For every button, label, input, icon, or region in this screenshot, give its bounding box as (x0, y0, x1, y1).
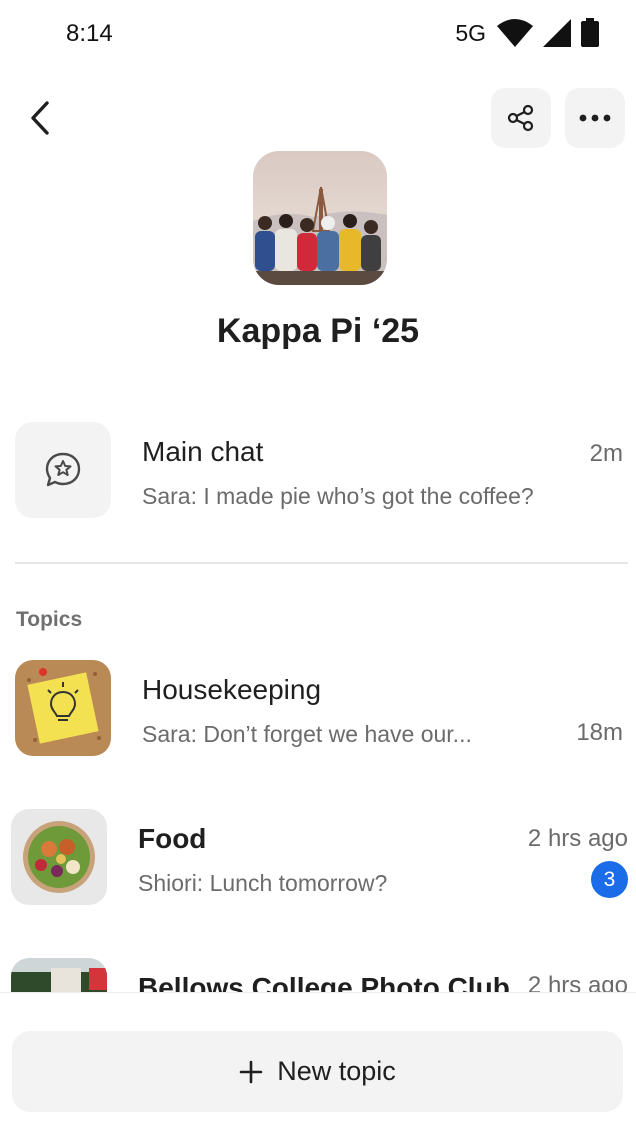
more-options-button[interactable] (565, 88, 625, 148)
new-topic-button[interactable]: New topic (12, 1031, 623, 1112)
share-icon (507, 104, 534, 132)
plus-icon (239, 1060, 263, 1083)
main-chat-time: 2m (589, 440, 623, 467)
chevron-left-icon (31, 101, 49, 135)
bottom-action-bar: New topic (0, 992, 636, 1146)
group-photo (253, 151, 387, 285)
topic-preview: Shiori: Lunch tomorrow? (138, 870, 388, 896)
share-button[interactable] (491, 88, 551, 148)
topic-title: Food (138, 823, 207, 854)
topic-time: 2 hrs ago (527, 825, 628, 852)
food-thumb (11, 809, 107, 905)
status-icons: 5G (455, 18, 600, 48)
group-name: Kappa Pi ‘25 (216, 312, 420, 350)
signal-icon (543, 19, 571, 47)
main-chat-row[interactable]: Main chat Sara: I made pie who’s got the… (0, 422, 636, 522)
wifi-icon (497, 19, 533, 47)
more-horizontal-icon (579, 114, 611, 122)
network-type: 5G (455, 19, 486, 46)
unread-badge: 3 (591, 861, 628, 898)
topic-preview: Sara: Don’t forget we have our... (142, 721, 472, 747)
topic-time: 2 hrs ago (527, 972, 628, 992)
main-chat-preview: Sara: I made pie who’s got the coffee? (142, 483, 534, 509)
group-avatar[interactable] (253, 151, 387, 285)
topic-row-housekeeping[interactable]: Housekeeping Sara: Don’t forget we have … (0, 660, 636, 760)
battery-icon (581, 18, 599, 47)
divider (15, 562, 628, 564)
back-button[interactable] (18, 94, 62, 142)
topics-heading: Topics (16, 608, 83, 631)
status-time: 8:14 (66, 20, 113, 47)
topic-time: 18m (576, 719, 623, 746)
topic-row-food[interactable]: Food Shiori: Lunch tomorrow? 2 hrs ago (0, 809, 636, 909)
topic-row-photo-club[interactable]: Bellows College Photo Club 2 hrs ago (0, 930, 636, 992)
topic-title: Housekeeping (142, 674, 322, 705)
topic-title: Bellows College Photo Club (138, 972, 510, 992)
top-bar (0, 88, 636, 148)
main-chat-title: Main chat (142, 436, 264, 467)
new-topic-label: New topic (277, 1056, 396, 1086)
housekeeping-thumb (15, 660, 111, 756)
photo-club-thumb (11, 958, 107, 992)
status-bar: 8:14 5G (0, 0, 636, 70)
chat-star-icon (45, 452, 81, 487)
main-chat-thumb (15, 422, 111, 518)
